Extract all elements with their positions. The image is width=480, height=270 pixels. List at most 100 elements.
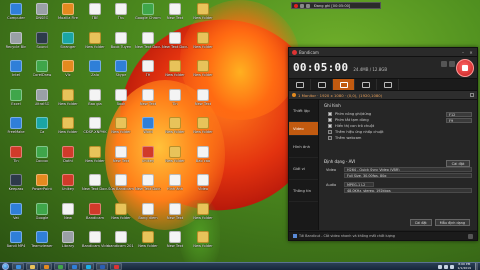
pause-icon[interactable]: [441, 61, 447, 67]
desktop-icon[interactable]: Google: [29, 202, 55, 225]
desktop-icon[interactable]: New folder: [190, 117, 216, 139]
desktop-icon[interactable]: Bao gia: [82, 88, 108, 111]
taskbar-chrome[interactable]: [54, 263, 66, 270]
desktop-icon[interactable]: New folder: [162, 60, 188, 82]
desktop-icon[interactable]: Thư: [108, 3, 134, 25]
option-checkbox[interactable]: [328, 124, 332, 128]
desktop-icon[interactable]: Word: [135, 117, 161, 139]
desktop-icon[interactable]: New Text: [162, 231, 188, 253]
desktop-icon[interactable]: Book Tuyen: [108, 31, 134, 54]
desktop-icon[interactable]: TBE: [82, 3, 108, 25]
sidebar-item-about[interactable]: Giới vi: [289, 158, 318, 180]
network-icon[interactable]: [443, 264, 448, 269]
bandicam-window[interactable]: Bandicam – ✕ 00:05:00 24.4MB / 12.8GB 1 …: [288, 47, 478, 241]
desktop-icon[interactable]: DNSEO: [29, 3, 55, 25]
desktop-icon[interactable]: Teamviewer: [29, 231, 55, 253]
hotkey-field[interactable]: F9: [446, 117, 472, 123]
desktop-icon[interactable]: Tin: [162, 88, 188, 111]
footer-close-icon[interactable]: [468, 233, 473, 239]
screenshot-icon[interactable]: [449, 61, 455, 67]
desktop-icon[interactable]: New folder: [82, 31, 108, 54]
mode-fullscreen[interactable]: [333, 79, 355, 90]
desktop-icon[interactable]: Video: [190, 174, 216, 196]
desktop-icon[interactable]: PowerPoint: [29, 174, 55, 196]
desktop-icon[interactable]: New Text: [108, 145, 134, 168]
desktop-icon[interactable]: New folder: [55, 88, 81, 111]
desktop-icon[interactable]: Skype: [108, 60, 134, 82]
option-checkbox[interactable]: [328, 118, 332, 122]
desktop-icon[interactable]: Hình ảnh: [162, 174, 188, 196]
desktop-icon[interactable]: New folder: [190, 231, 216, 253]
sidebar-item-info[interactable]: Thông tin: [289, 180, 318, 202]
desktop-icon[interactable]: UltraISO: [29, 88, 55, 111]
sidebar-item-general[interactable]: Thiết lập: [289, 100, 318, 122]
desktop-icon[interactable]: New Text: [135, 88, 161, 111]
bandicam-footer[interactable]: Tải Bandicut - Cắt video nhanh và không …: [289, 231, 477, 240]
record-settings-button[interactable]: Cài đặt: [446, 160, 470, 167]
desktop-icon[interactable]: New folder: [190, 31, 216, 54]
record-option-row[interactable]: Thêm webcam: [324, 135, 472, 141]
desktop-icon[interactable]: Bandi MP4: [3, 231, 29, 253]
desktop-icon[interactable]: New folder: [108, 117, 134, 139]
format-preset-button[interactable]: Mẫu định dạng: [434, 219, 470, 226]
taskbar-ie[interactable]: [12, 263, 24, 270]
start-button[interactable]: [0, 263, 10, 270]
desktop-icon[interactable]: CorelDraw: [29, 60, 55, 82]
desktop-icon[interactable]: Sound: [29, 31, 55, 54]
taskbar-clock[interactable]: 8:00 PM 1/1/2019: [456, 262, 473, 270]
desktop-icon[interactable]: New folder: [135, 231, 161, 253]
desktop-icon[interactable]: New folder: [190, 202, 216, 225]
desktop-icon[interactable]: Bandicam: [82, 202, 108, 225]
show-desktop-button[interactable]: [475, 262, 478, 270]
option-checkbox[interactable]: [328, 130, 332, 134]
taskbar-zalo[interactable]: [68, 263, 80, 270]
desktop-icon[interactable]: Dothi: [55, 145, 81, 168]
taskbar-word[interactable]: [96, 263, 108, 270]
desktop-icon[interactable]: Sửa Bandicam: [108, 174, 134, 196]
minimize-icon[interactable]: –: [460, 50, 466, 55]
hotkey-field[interactable]: F12: [446, 111, 472, 117]
desktop-icon[interactable]: Library: [55, 231, 81, 253]
desktop-icon[interactable]: Intel: [3, 60, 29, 82]
desktop-icon[interactable]: Zalo: [82, 60, 108, 82]
tray-arrow-icon[interactable]: [437, 264, 442, 269]
desktop-icon[interactable]: Book: [108, 88, 134, 111]
expand-icon[interactable]: [470, 93, 474, 97]
desktop-icon[interactable]: New folder: [82, 145, 108, 168]
close-icon[interactable]: ✕: [468, 50, 474, 55]
desktop-icon[interactable]: New Text: [162, 3, 188, 25]
desktop-icon[interactable]: New folder: [190, 3, 216, 25]
desktop-icon[interactable]: New Text Document: [162, 31, 188, 54]
taskbar-skype[interactable]: [82, 263, 94, 270]
bandicam-titlebar[interactable]: Bandicam – ✕: [289, 48, 477, 57]
desktop-icon[interactable]: bandicam 2017: [108, 231, 134, 253]
desktop-icon[interactable]: New folder: [162, 117, 188, 139]
desktop-icon[interactable]: Bandicam Video: [82, 231, 108, 253]
desktop-icon[interactable]: Keepass: [3, 174, 29, 196]
desktop-icon[interactable]: Google Chrome: [135, 3, 161, 25]
desktop-icon[interactable]: Bang diem: [135, 202, 161, 225]
desktop-icon[interactable]: Vlc: [55, 60, 81, 82]
sidebar-item-image[interactable]: Hình ảnh: [289, 136, 318, 158]
mode-home[interactable]: [289, 79, 311, 90]
desktop-icon[interactable]: New Text Document: [135, 174, 161, 196]
desktop-icon[interactable]: Computer: [3, 3, 29, 25]
desktop-icon[interactable]: Coccoc: [29, 145, 55, 168]
desktop-icon[interactable]: New Text: [190, 88, 216, 111]
desktop-icon[interactable]: CĐSP-XNPHK: [82, 117, 108, 139]
desktop-icon[interactable]: New Text: [162, 202, 188, 225]
desktop-icon[interactable]: New Text Docum...: [82, 174, 108, 196]
desktop-icon[interactable]: New folder: [108, 202, 134, 225]
desktop-icon[interactable]: New: [55, 202, 81, 225]
option-checkbox[interactable]: [328, 112, 332, 116]
option-checkbox[interactable]: [328, 136, 332, 140]
taskbar-media[interactable]: [40, 263, 52, 270]
format-settings-button[interactable]: Cài đặt: [409, 219, 432, 226]
footer-promo-text[interactable]: Tải Bandicut - Cắt video nhanh và không …: [299, 234, 395, 238]
desktop-icon[interactable]: FreeMake: [3, 117, 29, 139]
desktop-icon[interactable]: Stranger: [55, 31, 81, 54]
desktop-icon[interactable]: Mozilla Fire: [55, 3, 81, 25]
desktop-icon[interactable]: Ca: [29, 117, 55, 139]
stop-icon[interactable]: [306, 3, 310, 8]
desktop-icon[interactable]: New folder: [55, 117, 81, 139]
